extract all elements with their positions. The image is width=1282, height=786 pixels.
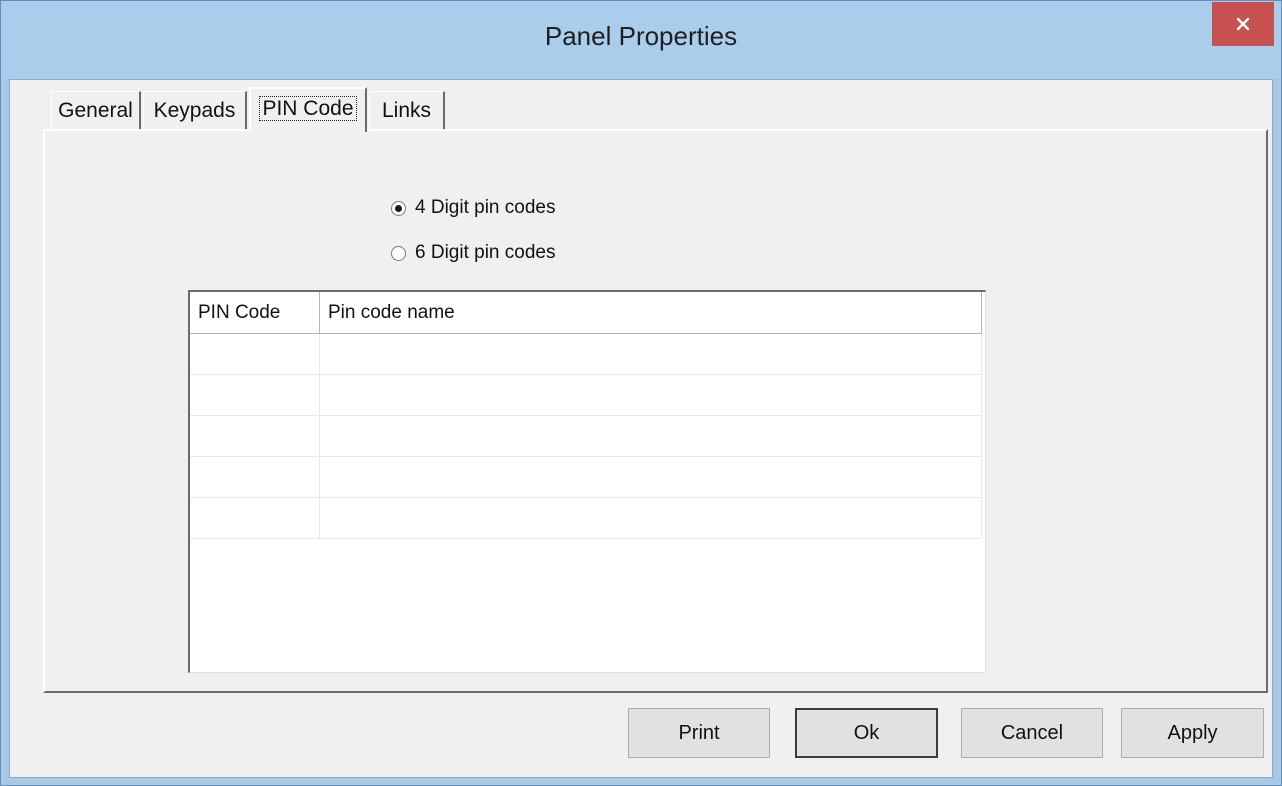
pin-name-cell — [320, 375, 982, 415]
list-row[interactable] — [190, 334, 982, 375]
list-row[interactable] — [190, 457, 982, 498]
pin-code-list[interactable]: PIN Code Pin code name — [188, 290, 986, 673]
tab-general-label: General — [58, 99, 133, 122]
radio-selected-icon — [391, 200, 406, 216]
tab-keypads-label: Keypads — [153, 99, 236, 122]
six-digit-label: 6 Digit pin codes — [415, 242, 556, 263]
window-title: Panel Properties — [544, 21, 738, 51]
pin-code-cell — [190, 416, 320, 456]
pin-name-cell — [320, 498, 982, 538]
cancel-button[interactable]: Cancel — [961, 708, 1103, 758]
column-header-pin-code[interactable]: PIN Code — [190, 292, 320, 333]
list-row[interactable] — [190, 498, 982, 539]
radio-unselected-icon — [391, 245, 406, 261]
print-button[interactable]: Print — [628, 708, 770, 758]
pin-name-cell — [320, 334, 982, 374]
close-button[interactable] — [1212, 2, 1274, 46]
tab-pin-code-label: PIN Code — [259, 96, 357, 121]
tab-links-label: Links — [381, 99, 432, 122]
title-bar[interactable]: Panel Properties — [1, 1, 1281, 79]
pin-name-cell — [320, 416, 982, 456]
pin-name-cell — [320, 457, 982, 497]
ok-button[interactable]: Ok — [795, 708, 938, 758]
pin-code-cell — [190, 375, 320, 415]
four-digit-label: 4 Digit pin codes — [415, 197, 556, 218]
tab-keypads[interactable]: Keypads — [143, 91, 247, 129]
tab-links[interactable]: Links — [369, 91, 445, 129]
four-digit-radio[interactable]: 4 Digit pin codes — [391, 197, 555, 219]
apply-button[interactable]: Apply — [1121, 708, 1264, 758]
tab-general[interactable]: General — [51, 91, 141, 129]
panel-properties-window: Panel Properties General Keypads PIN Cod… — [0, 0, 1282, 786]
pin-code-cell — [190, 334, 320, 374]
list-row[interactable] — [190, 416, 982, 457]
close-icon — [1236, 17, 1250, 31]
pin-code-cell — [190, 498, 320, 538]
list-row[interactable] — [190, 375, 982, 416]
list-header: PIN Code Pin code name — [190, 292, 982, 334]
tab-pin-code[interactable]: PIN Code — [249, 87, 367, 132]
pin-code-cell — [190, 457, 320, 497]
six-digit-radio[interactable]: 6 Digit pin codes — [391, 242, 555, 264]
column-header-pin-code-name[interactable]: Pin code name — [320, 292, 982, 333]
